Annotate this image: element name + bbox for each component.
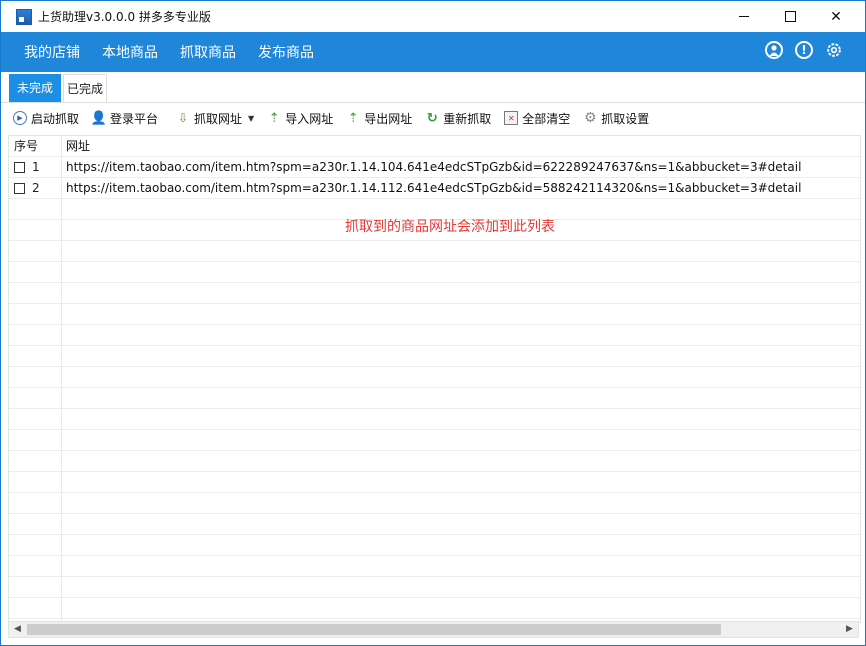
export-url-label: 导出网址 — [364, 111, 413, 126]
empty-row — [9, 535, 860, 556]
grid-header-row: 序号 网址 — [9, 136, 860, 157]
row-url: https://item.taobao.com/item.htm?spm=a23… — [66, 160, 802, 174]
login-platform-label: 登录平台 — [110, 111, 159, 126]
row-seq: 1 — [32, 160, 40, 174]
empty-row — [9, 367, 860, 388]
nav-my-store[interactable]: 我的店铺 — [24, 42, 80, 62]
table-row[interactable]: 1 https://item.taobao.com/item.htm?spm=a… — [9, 157, 860, 178]
empty-row — [9, 451, 860, 472]
empty-row — [9, 430, 860, 451]
grab-icon: ⇩ — [178, 111, 189, 125]
row-seq-cell: 2 — [14, 178, 40, 198]
tab-completed[interactable]: 已完成 — [63, 74, 107, 102]
nav-grab-products[interactable]: 抓取商品 — [180, 42, 236, 62]
import-url-label: 导入网址 — [285, 111, 334, 126]
empty-row — [9, 409, 860, 430]
settings-icon: ⚙ — [583, 110, 597, 126]
minimize-icon — [739, 16, 749, 17]
scroll-right-icon[interactable]: ▶ — [841, 622, 858, 637]
scrollbar-thumb[interactable] — [27, 624, 721, 635]
nav-local-products[interactable]: 本地商品 — [102, 42, 158, 62]
empty-row — [9, 388, 860, 409]
empty-list-hint: 抓取到的商品网址会添加到此列表 — [345, 219, 555, 235]
grab-settings-label: 抓取设置 — [601, 111, 650, 126]
grab-settings-button[interactable]: ⚙ 抓取设置 — [583, 110, 649, 127]
action-toolbar: ▶ 启动抓取 👤 登录平台 ⇩ 抓取网址 ▼ ⇡ 导入网址 ⇡ 导出网址 ↻ 重… — [1, 103, 865, 133]
scroll-left-icon[interactable]: ◀ — [9, 622, 26, 637]
empty-row — [9, 472, 860, 493]
regrab-label: 重新抓取 — [443, 111, 492, 126]
row-checkbox[interactable] — [14, 161, 25, 173]
grab-url-label: 抓取网址 — [194, 111, 243, 126]
url-grid: 序号 网址 1 https://item.taobao.com/item.htm… — [8, 135, 861, 623]
row-seq: 2 — [32, 181, 40, 195]
empty-row — [9, 577, 860, 598]
clear-all-label: 全部清空 — [522, 111, 571, 126]
row-seq-cell: 1 — [14, 157, 40, 177]
user-icon: 👤 — [90, 110, 108, 126]
empty-row — [9, 598, 860, 619]
maximize-icon — [784, 11, 796, 22]
close-button[interactable]: ✕ — [813, 1, 859, 32]
header-seq[interactable]: 序号 — [14, 136, 38, 156]
login-platform-button[interactable]: 👤 登录平台 — [90, 110, 159, 127]
refresh-icon: ↻ — [426, 110, 438, 126]
row-checkbox[interactable] — [14, 182, 25, 194]
empty-row — [9, 262, 860, 283]
empty-row — [9, 325, 860, 346]
row-url: https://item.taobao.com/item.htm?spm=a23… — [66, 181, 802, 195]
maximize-button[interactable] — [767, 1, 813, 32]
empty-row — [9, 514, 860, 535]
play-icon: ▶ — [13, 111, 27, 125]
horizontal-scrollbar[interactable]: ◀ ▶ — [8, 621, 859, 638]
window-title: 上货助理v3.0.0.0 拼多多专业版 — [38, 10, 211, 24]
empty-row — [9, 283, 860, 304]
app-logo-icon — [16, 8, 32, 25]
user-icon[interactable] — [765, 41, 783, 59]
clear-all-button[interactable]: ✕ 全部清空 — [504, 110, 570, 127]
nav-icon-group: ! — [765, 41, 843, 59]
empty-row — [9, 304, 860, 325]
start-grab-button[interactable]: ▶ 启动抓取 — [13, 110, 79, 127]
grab-url-button[interactable]: ⇩ 抓取网址 ▼ — [176, 110, 254, 127]
status-tabs: 未完成 已完成 — [1, 72, 865, 103]
header-url[interactable]: 网址 — [66, 136, 90, 156]
tab-incomplete[interactable]: 未完成 — [9, 74, 61, 102]
info-icon[interactable]: ! — [795, 41, 813, 59]
export-icon: ⇡ — [347, 110, 359, 126]
title-bar: 上货助理v3.0.0.0 拼多多专业版 ✕ — [1, 1, 865, 32]
empty-row — [9, 346, 860, 367]
close-icon: ✕ — [830, 8, 842, 25]
start-grab-label: 启动抓取 — [31, 111, 80, 126]
empty-row — [9, 556, 860, 577]
clear-icon: ✕ — [504, 111, 519, 125]
chevron-down-icon[interactable]: ▼ — [248, 114, 254, 123]
gear-icon[interactable] — [825, 41, 843, 59]
nav-publish-products[interactable]: 发布商品 — [258, 42, 314, 62]
empty-row — [9, 241, 860, 262]
import-icon: ⇡ — [268, 110, 280, 126]
main-nav: 我的店铺 本地商品 抓取商品 发布商品 ! — [1, 32, 865, 72]
minimize-button[interactable] — [721, 1, 767, 32]
export-url-button[interactable]: ⇡ 导出网址 — [346, 110, 412, 127]
table-row[interactable]: 2 https://item.taobao.com/item.htm?spm=a… — [9, 178, 860, 199]
app-window: 上货助理v3.0.0.0 拼多多专业版 ✕ 我的店铺 本地商品 抓取商品 发布商… — [0, 0, 866, 646]
regrab-button[interactable]: ↻ 重新抓取 — [425, 110, 491, 127]
empty-row — [9, 493, 860, 514]
import-url-button[interactable]: ⇡ 导入网址 — [267, 110, 333, 127]
